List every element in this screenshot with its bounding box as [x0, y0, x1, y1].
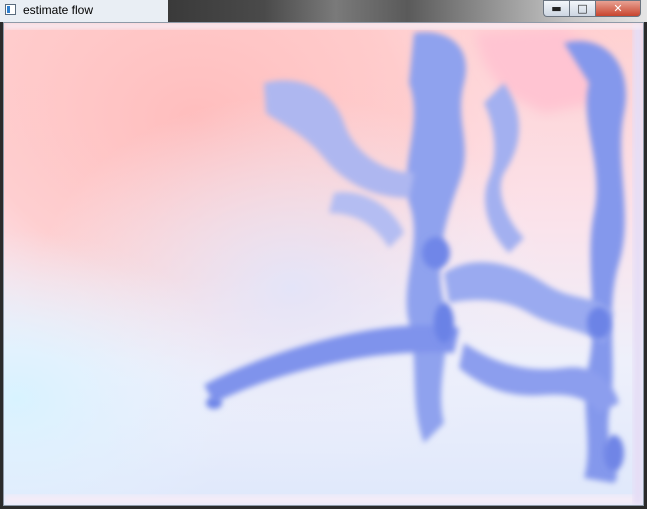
- window-app-icon[interactable]: [5, 4, 16, 15]
- window-title: estimate flow: [23, 3, 94, 17]
- right-edge-noise: [633, 23, 643, 505]
- close-button[interactable]: ✕: [595, 0, 641, 17]
- flow-visualization-canvas: [3, 22, 644, 506]
- title-bar[interactable]: estimate flow ▬ □ ✕: [0, 0, 647, 22]
- app-window: estimate flow ▬ □ ✕: [0, 0, 647, 509]
- window-controls: ▬ □ ✕: [543, 0, 641, 18]
- bottom-edge-noise: [4, 495, 643, 505]
- maximize-button[interactable]: □: [569, 0, 595, 17]
- maximize-icon: □: [577, 2, 588, 15]
- close-icon: ✕: [613, 2, 623, 15]
- minimize-icon: ▬: [551, 2, 562, 15]
- top-edge-noise: [4, 23, 643, 29]
- optical-flow-image: [4, 23, 643, 505]
- minimize-button[interactable]: ▬: [543, 0, 569, 17]
